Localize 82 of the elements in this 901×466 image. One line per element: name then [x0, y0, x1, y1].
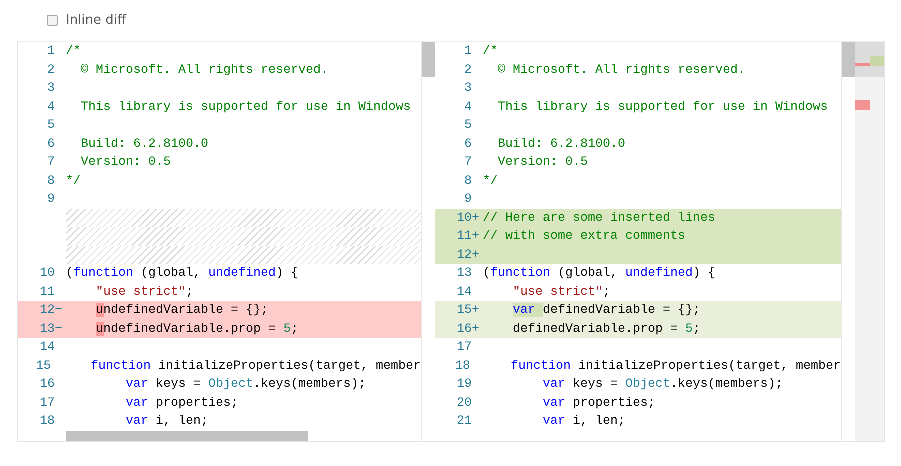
- line-number: 2: [464, 62, 472, 76]
- line-number: 17: [40, 396, 55, 410]
- code-line: © Microsoft. All rights reserved.: [80, 62, 329, 76]
- code-line: Version: 0.5: [80, 155, 172, 169]
- line-number: 16: [456, 322, 472, 336]
- scrollbar-thumb[interactable]: [422, 42, 435, 77]
- line-number: 9: [47, 192, 55, 206]
- line-number: 6: [47, 136, 55, 150]
- line-number: 10: [456, 210, 472, 224]
- code-line: var i, len;: [542, 414, 626, 428]
- line-number: 2: [47, 62, 55, 76]
- code-line: */: [66, 174, 82, 188]
- diff-marker: +: [472, 210, 480, 224]
- code-line: (function (global, undefined) {: [66, 266, 299, 280]
- code-line: undefinedVariable.prop = 5;: [95, 322, 299, 336]
- line-number: 3: [47, 81, 55, 95]
- line-number: 9: [464, 192, 472, 206]
- line-number: 15: [456, 303, 472, 317]
- checkbox-label: Inline diff: [66, 13, 126, 28]
- code-line: */: [483, 174, 498, 188]
- code-line: Build: 6.2.8100.0: [497, 136, 626, 150]
- line-number: 16: [40, 377, 55, 391]
- line-number: 18: [40, 414, 55, 428]
- code-line: var i, len;: [125, 414, 209, 428]
- code-line: function initializeProperties(target, member: [90, 358, 421, 372]
- line-number: 11: [40, 284, 55, 298]
- diff-marker: +: [472, 248, 480, 262]
- overview-ruler[interactable]: [855, 42, 884, 441]
- line-number: 21: [456, 414, 472, 428]
- line-number: 20: [456, 396, 472, 410]
- line-number: 7: [464, 155, 472, 169]
- line-number: 12: [40, 303, 55, 317]
- line-number: 1: [47, 44, 55, 58]
- code-line: "use strict";: [512, 284, 611, 298]
- diff-marker: +: [472, 303, 480, 317]
- diff-marker: +: [472, 322, 480, 336]
- line-number: 5: [464, 118, 472, 132]
- line-number: 12: [456, 248, 472, 262]
- code-line: var keys = Object.keys(members);: [125, 377, 366, 391]
- line-number: 14: [40, 340, 55, 354]
- code-line: var properties;: [125, 396, 239, 410]
- diff-marker: −: [55, 322, 63, 336]
- scrollbar-thumb[interactable]: [842, 42, 855, 77]
- code-line: "use strict";: [95, 284, 194, 298]
- line-number: 7: [47, 155, 55, 169]
- code-line: undefinedVariable = {};: [95, 303, 269, 317]
- line-number: 10: [40, 266, 55, 280]
- line-number: 6: [464, 136, 472, 150]
- code-line: var definedVariable = {};: [512, 303, 701, 317]
- code-line: var keys = Object.keys(members);: [542, 377, 784, 391]
- code-line: /*: [66, 44, 82, 58]
- code-line: © Microsoft. All rights reserved.: [497, 62, 746, 76]
- code-line: function initializeProperties(target, member: [510, 358, 841, 372]
- diff-marker: −: [55, 303, 63, 317]
- code-line: /*: [483, 44, 498, 58]
- line-number: 17: [456, 340, 472, 354]
- code-line: var properties;: [542, 396, 656, 410]
- code-line: This library is supported for use in Windows: [80, 100, 412, 114]
- line-number: 4: [464, 100, 472, 114]
- code-line: Build: 6.2.8100.0: [80, 136, 209, 150]
- line-number: 15: [36, 358, 52, 372]
- code-line: // Here are some inserted lines: [483, 210, 716, 224]
- line-number: 18: [455, 358, 470, 372]
- line-number: 14: [456, 284, 472, 298]
- scrollbar-thumb[interactable]: [66, 431, 308, 441]
- code-line: definedVariable.prop = 5;: [512, 322, 701, 336]
- line-number: 8: [47, 174, 55, 188]
- line-number: 4: [47, 100, 55, 114]
- checkbox[interactable]: [47, 15, 58, 26]
- line-number: 3: [464, 81, 472, 95]
- line-number: 13: [456, 266, 472, 280]
- line-number: 8: [464, 174, 472, 188]
- code-line: Version: 0.5: [497, 155, 588, 169]
- code-line: (function (global, undefined) {: [483, 266, 716, 280]
- code-line: This library is supported for use in Windows: [497, 100, 828, 114]
- line-number: 19: [456, 377, 472, 391]
- line-number: 13: [40, 322, 55, 336]
- code-line: // with some extra comments: [483, 229, 686, 243]
- line-number: 5: [47, 118, 55, 132]
- line-number: 11: [456, 229, 472, 243]
- line-number: 1: [464, 44, 472, 58]
- diff-marker: +: [472, 229, 480, 243]
